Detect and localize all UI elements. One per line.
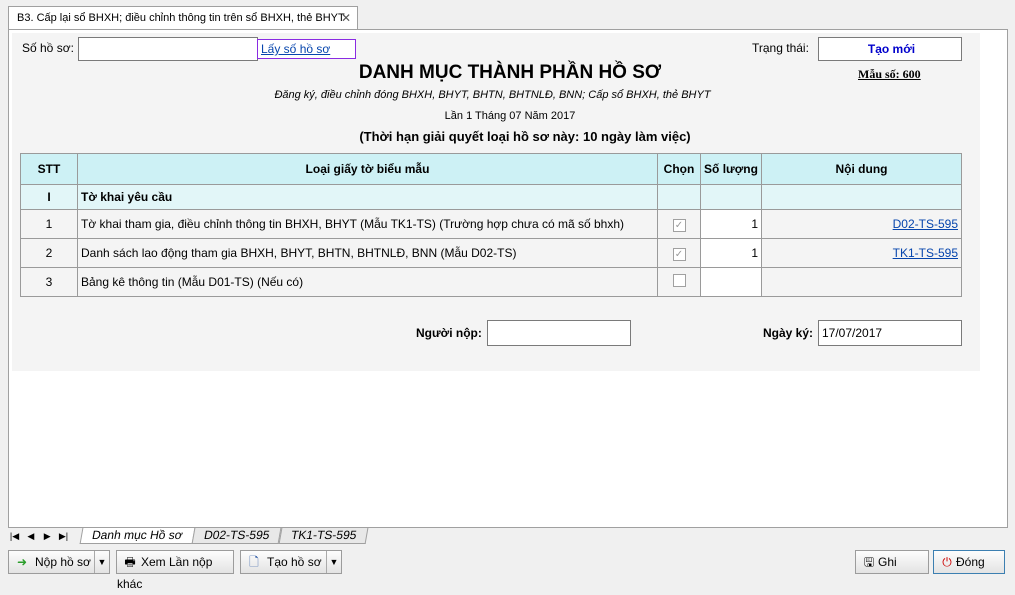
sheet-tab-d02[interactable]: D02-TS-595	[191, 528, 283, 544]
subtitle: Đăng ký, điều chỉnh đóng BHXH, BHYT, BHT…	[274, 89, 711, 101]
row-checkbox[interactable]	[672, 274, 686, 287]
col-so-luong: Số lượng	[700, 153, 762, 185]
sheet-tab-danh-muc[interactable]: Danh mục Hồ sơ	[79, 528, 196, 544]
chevron-down-icon[interactable]: ▼	[326, 551, 341, 573]
lay-so-ho-so-label: Lấy số hồ sơ	[261, 42, 331, 56]
row-qty[interactable]: 1	[700, 209, 762, 239]
ngay-ky-label: Ngày ký:	[763, 326, 814, 340]
document-tab[interactable]: B3. Cấp lại sổ BHXH; điều chỉnh thông ti…	[8, 6, 358, 29]
document-tab-title: B3. Cấp lại sổ BHXH; điều chỉnh thông ti…	[17, 12, 345, 24]
tao-ho-so-label: Tạo hồ sơ	[267, 555, 322, 569]
trang-thai-value: Tạo mới	[818, 37, 962, 61]
col-loai-giay-to: Loại giấy tờ biểu mẫu	[77, 153, 658, 185]
thoi-han: (Thời hạn giải quyết loại hồ sơ này: 10 …	[359, 129, 691, 144]
row-stt: 2	[20, 238, 78, 268]
chevron-down-icon[interactable]: ▼	[94, 551, 109, 573]
row-qty[interactable]	[700, 267, 762, 297]
col-chon: Chọn	[657, 153, 701, 185]
row-name: Danh sách lao động tham gia BHXH, BHYT, …	[77, 238, 658, 268]
nop-ho-so-label: Nộp hồ sơ	[35, 555, 91, 569]
xem-lan-nop-khac-button[interactable]: 🖶 Xem Lần nộp khác	[116, 550, 234, 591]
lay-so-ho-so-link[interactable]: Lấy số hồ sơ	[257, 39, 356, 59]
document-icon: 🗋	[249, 555, 259, 569]
row-stt: 3	[20, 267, 78, 297]
save-icon: 🖫	[863, 555, 875, 569]
section-name: Tờ khai yêu cầu	[77, 184, 658, 210]
row-qty[interactable]: 1	[700, 238, 762, 268]
row-checkbox[interactable]: ✓	[672, 218, 686, 232]
row-name: Tờ khai tham gia, điều chỉnh thông tin B…	[77, 209, 658, 239]
row-name: Bảng kê thông tin (Mẫu D01-TS) (Nếu có)	[77, 267, 658, 297]
first-sheet-icon[interactable]: |◀	[8, 530, 21, 543]
ghi-label: Ghi	[878, 555, 897, 569]
table-row: 2 Danh sách lao động tham gia BHXH, BHYT…	[20, 238, 962, 268]
row-stt: 1	[20, 209, 78, 239]
table-header-row: STT Loại giấy tờ biểu mẫu Chọn Số lượng …	[20, 153, 962, 185]
trang-thai-label: Trạng thái:	[752, 41, 809, 55]
row-content-link[interactable]: D02-TS-595	[893, 217, 958, 231]
tao-ho-so-button[interactable]: 🗋 Tạo hồ sơ ▼	[240, 550, 342, 574]
lan-thang-nam: Lần 1 Tháng 07 Năm 2017	[444, 110, 576, 122]
ghi-button[interactable]: 🖫 Ghi	[855, 550, 929, 574]
mau-so: Mẫu số: 600	[858, 67, 921, 81]
prev-sheet-icon[interactable]: ◀	[24, 530, 37, 543]
page-title: DANH MỤC THÀNH PHẦN HỒ SƠ	[358, 62, 662, 83]
table-row: 1 Tờ khai tham gia, điều chỉnh thông tin…	[20, 209, 962, 239]
col-noi-dung: Nội dung	[761, 153, 962, 185]
sheet-tab-tk1[interactable]: TK1-TS-595	[278, 528, 369, 544]
dong-label: Đóng	[956, 555, 985, 569]
col-stt: STT	[20, 153, 78, 185]
close-icon[interactable]: ✕	[341, 7, 351, 29]
so-ho-so-input[interactable]	[78, 37, 258, 61]
next-sheet-icon[interactable]: ▶	[41, 530, 54, 543]
nguoi-nop-input[interactable]	[487, 320, 631, 346]
ngay-ky-input[interactable]: 17/07/2017	[818, 320, 962, 346]
last-sheet-icon[interactable]: ▶|	[57, 530, 70, 543]
row-content-link[interactable]: TK1-TS-595	[893, 246, 958, 260]
section-row: I Tờ khai yêu cầu	[20, 184, 962, 210]
dong-button[interactable]: ⏻ Đóng	[933, 550, 1005, 574]
arrow-right-icon: ➜	[16, 555, 28, 569]
nop-ho-so-button[interactable]: ➜ Nộp hồ sơ ▼	[8, 550, 110, 574]
table-row: 3 Bảng kê thông tin (Mẫu D01-TS) (Nếu có…	[20, 267, 962, 297]
section-stt: I	[20, 184, 78, 210]
so-ho-so-label: Số hồ sơ:	[22, 41, 74, 55]
preview-icon: 🖶	[124, 555, 136, 569]
row-checkbox[interactable]: ✓	[672, 247, 686, 261]
power-icon: ⏻	[942, 555, 952, 569]
document-table: STT Loại giấy tờ biểu mẫu Chọn Số lượng …	[20, 153, 962, 297]
sheet-tab-bar: |◀ ◀ ▶ ▶| Danh mục Hồ sơ D02-TS-595 TK1-…	[8, 527, 1008, 544]
nguoi-nop-label: Người nộp:	[416, 326, 482, 340]
